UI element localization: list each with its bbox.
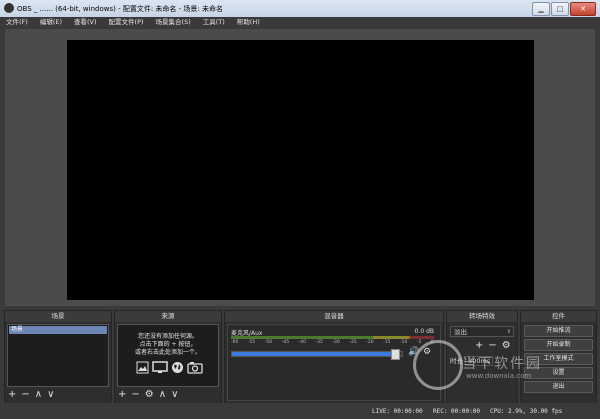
hint-line: 点击下面的 + 按钮， (139, 341, 197, 348)
scenes-toolbar: + − ∧ ∨ (8, 389, 54, 401)
title-bar: OBS _ ...... (64-bit, windows) - 配置文件: 未… (0, 0, 600, 17)
meter-tick-label: -15 (383, 340, 391, 345)
empty-sources-hint: 您还没有添加任何源。 点击下面的 + 按钮， 或者右击此处添加一个。 (118, 333, 218, 357)
volume-slider-fill (232, 352, 396, 356)
controls-title: 控件 (521, 311, 596, 322)
mixer-panel: 麦克风/Aux 0.0 dB -60 -55 -50 -45 -40 -35 -30 -25-… (227, 324, 441, 401)
meter-tick-label: -20 (366, 340, 374, 345)
image-icon (136, 361, 149, 374)
maximize-button[interactable]: □ (551, 2, 569, 16)
sources-title: 来源 (115, 311, 221, 322)
watermark-text: 当下软件园 (462, 356, 542, 372)
menu-scene-collection[interactable]: 场景集合(S) (150, 17, 197, 28)
meter-tick-label: -30 (332, 340, 340, 345)
add-transition-icon[interactable]: + (475, 340, 483, 351)
transition-gear-icon[interactable]: ⚙ (502, 340, 511, 351)
add-scene-icon[interactable]: + (8, 389, 16, 401)
window-controls: ▁ □ ✕ (532, 2, 596, 16)
menu-profile[interactable]: 配置文件(P) (103, 17, 150, 28)
preview-canvas[interactable] (67, 40, 534, 300)
monitor-icon (152, 361, 168, 373)
menu-edit[interactable]: 编辑(E) (34, 17, 68, 28)
remove-transition-icon[interactable]: − (488, 340, 496, 351)
sources-dock: 来源 您还没有添加任何源。 点击下面的 + 按钮， 或者右击此处添加一个。 + … (114, 310, 222, 404)
move-up-icon[interactable]: ∧ (35, 389, 42, 401)
remove-scene-icon[interactable]: − (21, 389, 29, 401)
transitions-toolbar: + − ⚙ (475, 340, 511, 351)
status-bar: LIVE: 00:00:00 REC: 00:00:00 CPU: 2.9%, … (0, 403, 600, 419)
camera-icon (187, 362, 203, 374)
watermark-logo-icon (413, 340, 463, 390)
transition-select[interactable]: 淡出 ⇕ (450, 326, 514, 337)
mixer-dock: 混音器 麦克风/Aux 0.0 dB -60 -55 -50 -45 -40 -35 -30… (224, 310, 444, 404)
hint-line: 您还没有添加任何源。 (137, 333, 198, 340)
menu-file[interactable]: 文件(F) (0, 17, 34, 28)
watermark-url: www.downxia.com (466, 372, 532, 380)
move-up-icon[interactable]: ∧ (159, 389, 166, 401)
meter-tick-label: -35 (315, 340, 323, 345)
sources-list[interactable]: 您还没有添加任何源。 点击下面的 + 按钮， 或者右击此处添加一个。 (117, 324, 219, 387)
hint-line: 或者右击此处添加一个。 (134, 349, 201, 356)
meter-tick-label: -55 (247, 340, 256, 345)
meter-tick-label: -60 (231, 340, 239, 345)
meter-tick-label: -10 (400, 340, 408, 345)
select-arrows-icon: ⇕ (506, 329, 511, 335)
meter-tick-label: -50 (264, 340, 273, 345)
mixer-db-value: 0.0 dB (414, 328, 434, 335)
start-recording-button[interactable]: 开始录制 (524, 339, 593, 351)
scenes-dock: 场景 场景 + − ∧ ∨ (4, 310, 112, 404)
source-type-icons (136, 361, 203, 374)
mixer-title: 混音器 (225, 311, 443, 322)
list-item[interactable]: 场景 (9, 326, 107, 334)
window-title: OBS _ ...... (64-bit, windows) - 配置文件: 未… (17, 5, 223, 13)
globe-icon (172, 362, 183, 373)
menu-help[interactable]: 帮助(H) (231, 17, 266, 28)
exit-button[interactable]: 退出 (524, 381, 593, 393)
meter-tick-label: -40 (298, 340, 306, 345)
add-source-icon[interactable]: + (118, 389, 126, 401)
sources-toolbar: + − ⚙ ∧ ∨ (118, 389, 178, 401)
status-live: LIVE: 00:00:00 (372, 408, 423, 415)
menu-tools[interactable]: 工具(T) (197, 17, 231, 28)
meter-tick-label: -25 (349, 340, 357, 345)
volume-meter (231, 336, 434, 339)
scenes-title: 场景 (5, 311, 111, 322)
meter-tick-label: -45 (281, 340, 290, 345)
start-streaming-button[interactable]: 开始推流 (524, 325, 593, 337)
status-cpu: CPU: 2.9%, 30.00 fps (490, 408, 563, 415)
transition-selected: 淡出 (454, 328, 467, 336)
obs-logo-icon (4, 3, 14, 13)
close-button[interactable]: ✕ (570, 2, 596, 16)
menu-bar: 文件(F) 编辑(E) 查看(V) 配置文件(P) 场景集合(S) 工具(T) … (0, 17, 600, 28)
move-down-icon[interactable]: ∨ (171, 389, 178, 401)
remove-source-icon[interactable]: − (131, 389, 139, 401)
volume-slider[interactable] (231, 349, 403, 360)
status-rec: REC: 00:00:00 (433, 408, 480, 415)
scenes-list[interactable]: 场景 (7, 324, 109, 387)
menu-view[interactable]: 查看(V) (68, 17, 103, 28)
preview-area (5, 29, 595, 306)
meter-ticks: -60 -55 -50 -45 -40 -35 -30 -25 -20 -15 -10 -5 0 (231, 340, 434, 345)
minimize-button[interactable]: ▁ (532, 2, 550, 16)
transitions-title: 转场特效 (447, 311, 517, 322)
meter-tick-label: -5 (416, 340, 422, 345)
source-properties-gear-icon[interactable]: ⚙ (145, 389, 154, 401)
volume-slider-handle[interactable] (391, 349, 401, 360)
move-down-icon[interactable]: ∨ (47, 389, 54, 401)
